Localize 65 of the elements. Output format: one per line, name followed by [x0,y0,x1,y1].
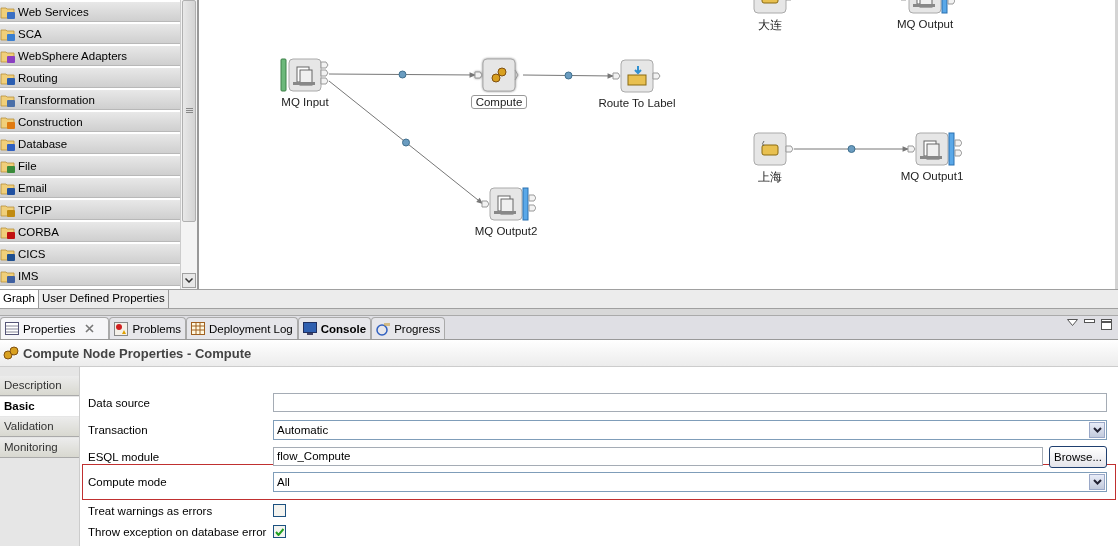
dropdown-field[interactable]: All [273,472,1107,492]
view-tab[interactable]: Properties [0,317,110,339]
gears-icon [3,346,19,360]
palette-drawer[interactable]: WebSphere Adapters [0,46,180,66]
monitor-icon [302,321,317,336]
view-tab[interactable]: Problems [109,317,186,339]
maximize-icon[interactable] [1101,319,1112,330]
table-icon [5,322,19,335]
node-label[interactable]: 上海 [753,169,787,186]
connection-arrow[interactable] [793,145,910,153]
chevron-down-icon [185,278,193,283]
grid-icon [191,322,205,335]
section-tab[interactable]: Basic [0,397,79,416]
palette-drawer[interactable]: Database [0,134,180,154]
field-label: Transaction [87,423,149,436]
palette-drawer[interactable]: Routing [0,68,180,88]
node-label[interactable]: MQ Input [276,95,334,109]
section-tab[interactable]: Monitoring [0,438,79,458]
field-label: Throw exception on database error [87,525,268,538]
close-icon[interactable] [85,324,95,333]
palette-drawer[interactable]: Transformation [0,90,180,110]
chevron-down-icon [1092,479,1102,485]
node-label[interactable]: Route To Label [593,96,681,110]
palette-drawer[interactable]: Email [0,178,180,198]
view-tab[interactable]: Console [297,317,372,339]
node-label[interactable]: MQ Output2 [469,224,543,238]
checkbox[interactable] [273,525,286,538]
section-tab[interactable]: Description [0,376,79,396]
text-field[interactable]: flow_Compute [273,447,1044,466]
palette-drawer[interactable]: IMS [0,266,180,286]
checkbox[interactable] [273,504,286,517]
dropdown-field[interactable]: Automatic [273,419,1107,440]
connection-arrow[interactable] [328,70,477,79]
palette-drawer[interactable]: File [0,156,180,176]
palette-drawer[interactable]: Web Services [0,2,180,22]
browse-button[interactable]: Browse... [1049,445,1107,468]
palette-drawer[interactable]: CICS [0,244,180,264]
text-field[interactable] [273,393,1107,412]
field-label: Data source [87,396,151,409]
node-label[interactable]: 大连 [753,17,787,34]
chevron-down-icon [1092,426,1102,433]
scroll-thumb[interactable] [182,0,196,222]
palette-drawer[interactable]: CORBA [0,222,180,242]
section-tab[interactable]: Validation [0,417,79,437]
palette-drawer[interactable]: Construction [0,112,180,132]
minimize-icon[interactable] [1084,319,1095,324]
grip-icon [185,108,193,114]
node-label[interactable]: MQ Output1 [895,169,969,183]
field-label: Treat warnings as errors [87,504,214,517]
connection-arrow[interactable] [522,71,615,80]
scroll-down-button[interactable] [182,273,196,288]
editor-tab[interactable]: Graph [0,290,39,308]
view-tab[interactable]: Deployment Log [186,317,298,339]
properties-title: Compute Node Properties - Compute [23,345,252,361]
field-label: ESQL module [87,450,161,463]
view-tab[interactable]: Progress [371,317,446,339]
palette-drawer[interactable]: TCPIP [0,200,180,220]
field-label: Compute mode [87,476,168,488]
progress-icon [376,321,391,336]
view-menu-icon[interactable] [1067,319,1078,326]
scrollbar[interactable] [180,0,198,289]
palette-drawer[interactable]: SCA [0,24,180,44]
node-label[interactable]: Compute [470,95,528,109]
problems-icon [114,321,129,336]
node-label[interactable]: MQ Output [891,17,959,31]
